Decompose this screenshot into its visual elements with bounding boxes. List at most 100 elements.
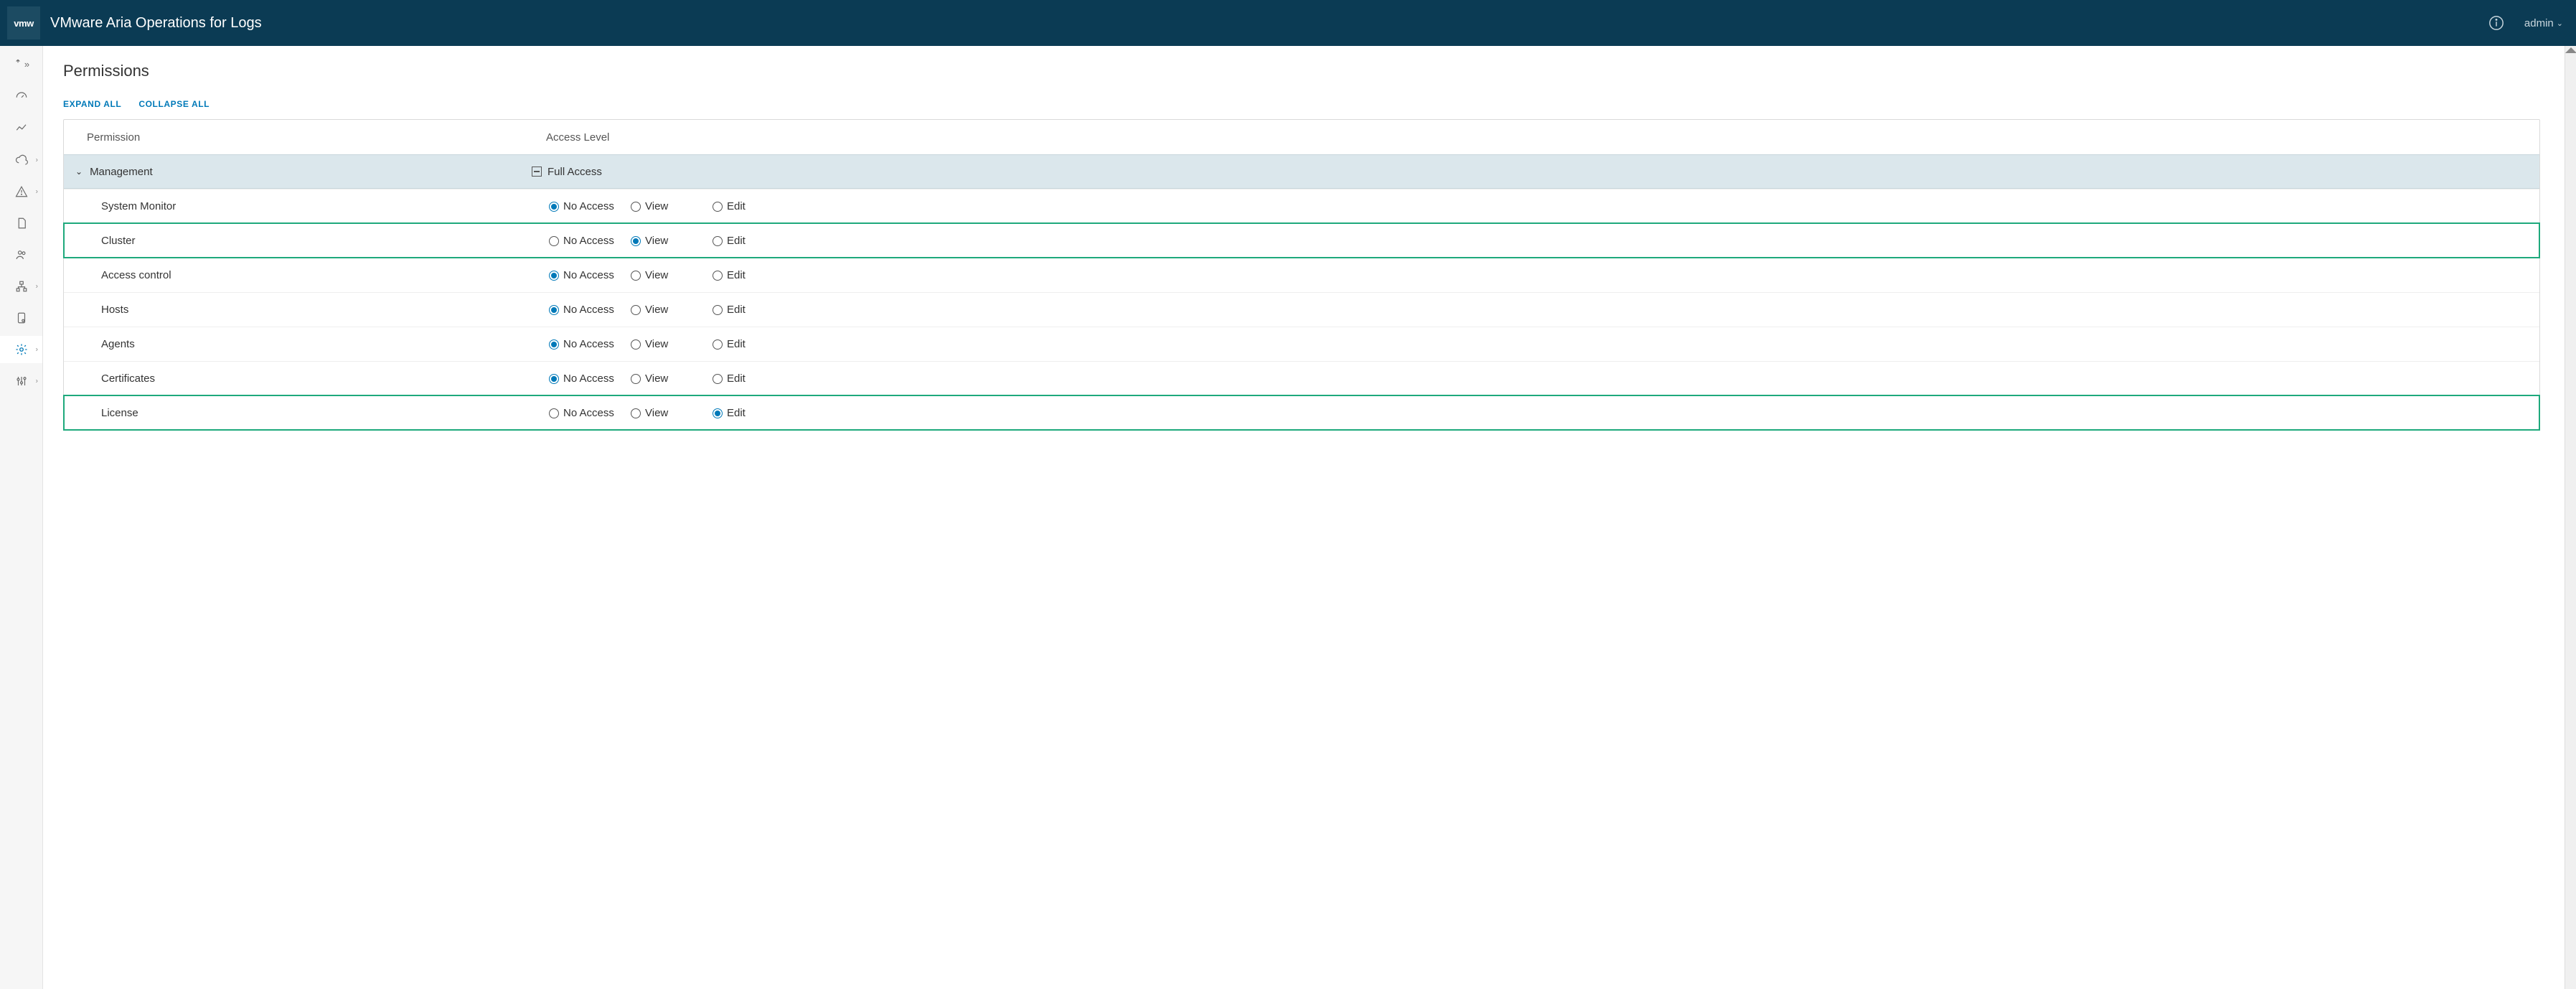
col-permission: Permission [87,131,546,144]
permission-label: Access control [72,269,532,281]
option-label: No Access [563,407,614,419]
option-label: No Access [563,372,614,385]
rail-item-sliders[interactable]: › [0,367,42,395]
radio-edit[interactable]: Edit [713,407,781,419]
radio-edit[interactable]: Edit [713,200,781,212]
radio-no-access[interactable]: No Access [549,407,618,419]
chevron-right-icon: › [36,283,38,291]
option-label: View [645,200,668,212]
radio-icon [549,305,559,315]
radio-icon [713,202,723,212]
user-label: admin [2524,17,2554,29]
col-access: Access Level [546,131,2531,144]
radio-edit[interactable]: Edit [713,304,781,316]
option-label: Edit [727,372,746,385]
permissions-table: Permission Access Level ⌄ Management Ful… [63,119,2540,431]
access-options: No Access View Edit [532,407,2531,419]
radio-icon [713,339,723,350]
radio-icon [549,236,559,246]
radio-icon [713,236,723,246]
collapse-all-button[interactable]: COLLAPSE ALL [138,99,210,109]
radio-edit[interactable]: Edit [713,338,781,350]
page-title: Permissions [63,62,2540,80]
rail-item-analytics[interactable] [0,115,42,142]
option-label: View [645,338,668,350]
tristate-checkbox[interactable] [532,167,542,177]
permission-label: Certificates [72,372,532,385]
radio-view[interactable]: View [631,372,700,385]
radio-icon [549,374,559,384]
access-options: No Access View Edit [532,304,2531,316]
radio-no-access[interactable]: No Access [549,200,618,212]
radio-icon [549,202,559,212]
option-label: Edit [727,407,746,419]
access-options: No Access View Edit [532,372,2531,385]
group-summary: Full Access [547,166,602,178]
scrollbar[interactable] [2565,46,2576,989]
radio-icon [631,339,641,350]
radio-view[interactable]: View [631,200,700,212]
radio-icon [549,339,559,350]
option-label: View [645,407,668,419]
radio-view[interactable]: View [631,338,700,350]
radio-edit[interactable]: Edit [713,235,781,247]
option-label: View [645,269,668,281]
option-label: Edit [727,338,746,350]
table-row: Certificates No Access View Edit [64,361,2539,395]
radio-view[interactable]: View [631,304,700,316]
user-menu[interactable]: admin ⌄ [2524,17,2563,29]
table-row: Cluster No Access View Edit [64,223,2539,258]
rail-item-dashboard[interactable] [0,83,42,111]
access-options: No Access View Edit [532,200,2531,212]
radio-icon [631,271,641,281]
radio-icon [713,374,723,384]
permission-label: Hosts [72,304,532,316]
rail-item-topology[interactable]: › [0,273,42,300]
rail-item-device[interactable] [0,304,42,332]
radio-edit[interactable]: Edit [713,269,781,281]
rail-expand-toggle[interactable]: » [0,53,42,75]
table-header: Permission Access Level [64,120,2539,154]
radio-edit[interactable]: Edit [713,372,781,385]
option-label: View [645,372,668,385]
expand-all-button[interactable]: EXPAND ALL [63,99,121,109]
chevron-right-icon: › [36,346,38,354]
radio-icon [713,305,723,315]
chevron-right-icon: › [36,188,38,196]
group-row-management[interactable]: ⌄ Management Full Access [64,154,2539,189]
rail-item-alerts[interactable]: › [0,178,42,205]
option-label: No Access [563,269,614,281]
main-content: Permissions EXPAND ALL COLLAPSE ALL Perm… [43,46,2576,989]
chevron-right-icon: » [24,59,29,70]
info-icon[interactable] [2488,15,2504,31]
radio-no-access[interactable]: No Access [549,269,618,281]
radio-view[interactable]: View [631,235,700,247]
option-label: Edit [727,269,746,281]
vmw-logo: vmw [7,6,40,39]
radio-no-access[interactable]: No Access [549,372,618,385]
radio-no-access[interactable]: No Access [549,235,618,247]
app-header: vmw VMware Aria Operations for Logs admi… [0,0,2576,46]
radio-icon [631,236,641,246]
permission-label: Cluster [72,235,532,247]
radio-view[interactable]: View [631,269,700,281]
radio-icon [713,271,723,281]
rail-item-cloud[interactable]: › [0,146,42,174]
option-label: View [645,304,668,316]
radio-view[interactable]: View [631,407,700,419]
radio-icon [713,408,723,418]
rail-item-document[interactable] [0,210,42,237]
rail-item-settings[interactable]: › [0,336,42,363]
radio-no-access[interactable]: No Access [549,304,618,316]
radio-icon [631,202,641,212]
chevron-down-icon: ⌄ [75,167,83,177]
radio-icon [549,408,559,418]
chevron-right-icon: › [36,378,38,385]
group-label: Management [90,166,153,178]
radio-no-access[interactable]: No Access [549,338,618,350]
rail-item-users[interactable] [0,241,42,268]
option-label: View [645,235,668,247]
radio-icon [631,374,641,384]
option-label: No Access [563,235,614,247]
option-label: Edit [727,235,746,247]
